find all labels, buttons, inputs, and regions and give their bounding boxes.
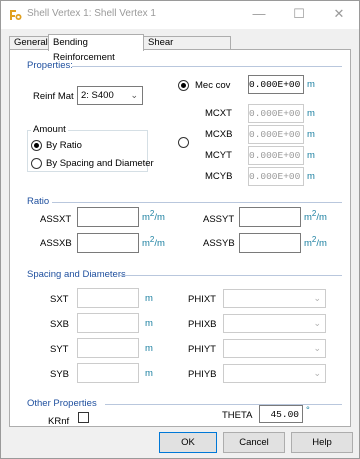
phixb-select[interactable]: ⌄: [223, 314, 326, 333]
maximize-button[interactable]: ☐: [279, 1, 319, 27]
theta-unit: °: [306, 405, 310, 416]
chevron-down-icon: ⌄: [313, 343, 321, 353]
app-logo-icon: [10, 10, 22, 20]
mec-cov-input[interactable]: 0.000E+00: [248, 75, 304, 94]
mcxb-input[interactable]: 0.000E+00: [248, 125, 304, 144]
mcxt-input[interactable]: 0.000E+00: [248, 104, 304, 123]
window-title: Shell Vertex 1: Shell Vertex 1: [27, 8, 156, 19]
phiyb-label: PHIYB: [188, 369, 217, 380]
help-button[interactable]: Help: [291, 432, 353, 453]
mcxt-label: MCXT: [205, 108, 232, 119]
syt-input[interactable]: [77, 338, 139, 358]
by-spacing-label[interactable]: By Spacing and Diameter: [46, 158, 154, 169]
tab-shear-reinforcement[interactable]: Shear Reinforcement: [143, 36, 231, 60]
mcyb-label: MCYB: [205, 171, 233, 182]
syb-input[interactable]: [77, 363, 139, 383]
mec-cov-radio[interactable]: [178, 80, 189, 91]
reinf-mat-select[interactable]: 2: S400 ⌄: [77, 86, 143, 105]
theta-input[interactable]: 45.00: [259, 405, 303, 423]
chevron-down-icon: ⌄: [313, 368, 321, 378]
reinf-mat-label: Reinf Mat: [33, 91, 74, 102]
assyb-unit: m2/m: [304, 235, 327, 250]
mec-cov-unit: m: [307, 79, 315, 90]
syt-unit: m: [145, 343, 153, 354]
spacing-divider: [120, 275, 342, 276]
krnf-checkbox[interactable]: [78, 412, 89, 423]
detailed-cover-radio[interactable]: [178, 137, 189, 148]
mcyt-input[interactable]: 0.000E+00: [248, 146, 304, 165]
tab-general[interactable]: General: [9, 36, 49, 50]
phixt-select[interactable]: ⌄: [223, 289, 326, 308]
syt-label: SYT: [50, 344, 69, 355]
minimize-button[interactable]: —: [239, 1, 279, 27]
assyt-input[interactable]: [239, 207, 301, 227]
mcxb-unit: m: [307, 129, 315, 140]
sxb-unit: m: [145, 318, 153, 329]
ratio-section-label: Ratio: [27, 196, 50, 207]
spacing-section-label: Spacing and Diameters: [27, 269, 126, 280]
mcyb-input[interactable]: 0.000E+00: [248, 167, 304, 186]
phixb-label: PHIXB: [188, 319, 217, 330]
sxt-unit: m: [145, 293, 153, 304]
assxb-input[interactable]: [77, 233, 139, 253]
close-button[interactable]: ✕: [319, 1, 359, 27]
chevron-down-icon: ⌄: [130, 90, 138, 100]
syb-unit: m: [145, 368, 153, 379]
assxb-unit: m2/m: [142, 235, 165, 250]
dialog-window: Shell Vertex 1: Shell Vertex 1 — ☐ ✕ Gen…: [0, 0, 360, 459]
by-ratio-label[interactable]: By Ratio: [46, 140, 82, 151]
by-spacing-radio[interactable]: [31, 158, 42, 169]
syb-label: SYB: [50, 369, 70, 380]
assyb-input[interactable]: [239, 233, 301, 253]
mcyt-label: MCYT: [205, 150, 232, 161]
sxb-input[interactable]: [77, 313, 139, 333]
tab-bending-reinforcement[interactable]: Bending Reinforcement: [48, 34, 144, 63]
ratio-divider: [52, 202, 342, 203]
tab-panel: Properties: Reinf Mat 2: S400 ⌄ Amount B…: [9, 49, 351, 427]
assyt-unit: m2/m: [304, 209, 327, 224]
phiyt-select[interactable]: ⌄: [223, 339, 326, 358]
sxt-label: SXT: [50, 294, 69, 305]
cancel-button[interactable]: Cancel: [223, 432, 285, 453]
mcyb-unit: m: [307, 171, 315, 182]
sxb-label: SXB: [50, 319, 70, 330]
assxt-label: ASSXT: [40, 214, 72, 225]
title-bar: Shell Vertex 1: Shell Vertex 1 — ☐ ✕: [1, 1, 359, 29]
assxt-unit: m2/m: [142, 209, 165, 224]
amount-group-label: Amount: [31, 124, 68, 135]
chevron-down-icon: ⌄: [313, 318, 321, 328]
krnf-label: KRnf: [48, 416, 70, 427]
reinf-mat-value: 2: S400: [81, 90, 114, 101]
assxt-input[interactable]: [77, 207, 139, 227]
sxt-input[interactable]: [77, 288, 139, 308]
chevron-down-icon: ⌄: [313, 293, 321, 303]
assyt-label: ASSYT: [203, 214, 235, 225]
other-section-label: Other Properties: [27, 398, 97, 409]
mcxb-label: MCXB: [205, 129, 233, 140]
assxb-label: ASSXB: [40, 238, 72, 249]
phixt-label: PHIXT: [188, 294, 216, 305]
phiyb-select[interactable]: ⌄: [223, 364, 326, 383]
mcxt-unit: m: [307, 108, 315, 119]
mcyt-unit: m: [307, 150, 315, 161]
by-ratio-radio[interactable]: [31, 140, 42, 151]
theta-label: THETA: [222, 410, 253, 421]
phiyt-label: PHIYT: [188, 344, 216, 355]
mec-cov-label[interactable]: Mec cov: [195, 80, 230, 91]
assyb-label: ASSYB: [203, 238, 235, 249]
ok-button[interactable]: OK: [159, 432, 217, 453]
properties-divider: [72, 66, 342, 67]
